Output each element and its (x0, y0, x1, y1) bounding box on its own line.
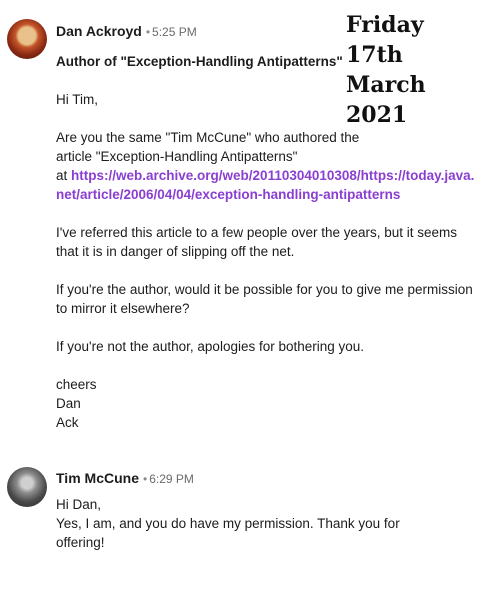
message-header: Dan Ackroyd • 5:25 PM (56, 22, 197, 41)
signoff: cheers Dan Ack (56, 375, 480, 432)
author-name[interactable]: Tim McCune (56, 470, 139, 486)
paragraph-3: If you're the author, would it be possib… (56, 282, 473, 316)
paragraph-1-line-1: Are you the same "Tim McCune" who author… (56, 130, 360, 145)
signoff-line: Dan (56, 396, 81, 411)
paragraph-4: If you're not the author, apologies for … (56, 339, 365, 354)
date-overlay: Friday 17th March 2021 (346, 12, 426, 128)
signoff-line: cheers (56, 377, 97, 392)
timestamp[interactable]: 5:25 PM (152, 25, 197, 39)
author-name[interactable]: Dan Ackroyd (56, 23, 142, 39)
archive-link[interactable]: https://web.archive.org/web/201103040103… (56, 168, 474, 202)
separator: • (142, 472, 148, 486)
paragraph-1-line-2: article "Exception-Handling Antipatterns… (56, 149, 298, 164)
message-header: Tim McCune • 6:29 PM (56, 469, 194, 488)
paragraph-1-at: at (56, 168, 72, 183)
message-body: Hi Dan, Yes, I am, and you do have my pe… (56, 495, 436, 552)
reply-text: Yes, I am, and you do have my permission… (56, 516, 400, 550)
separator: • (145, 25, 151, 39)
avatar-dan[interactable] (7, 19, 47, 59)
avatar-tim[interactable] (7, 467, 47, 507)
timestamp[interactable]: 6:29 PM (149, 472, 194, 486)
paragraph-1: Are you the same "Tim McCune" who author… (56, 128, 480, 204)
paragraph-2: I've referred this article to a few peop… (56, 225, 458, 259)
signoff-line: Ack (56, 415, 79, 430)
greeting: Hi Dan, (56, 497, 102, 512)
